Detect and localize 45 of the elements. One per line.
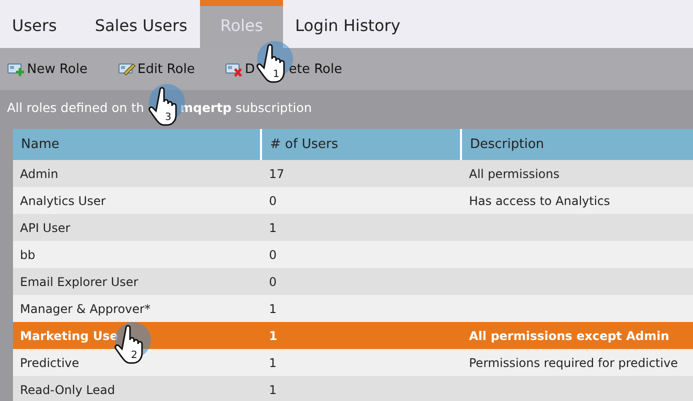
table-row[interactable]: bb 0: [13, 241, 693, 268]
table-cell: 1: [269, 382, 277, 396]
table-cell: 1: [269, 302, 277, 316]
table-cell: bb: [20, 248, 36, 262]
delete-role-icon: [224, 61, 243, 77]
tab[interactable]: Sales Users: [82, 0, 200, 48]
step-number: 3: [164, 112, 172, 123]
table-cell: API User: [20, 220, 70, 234]
subscription-caption: mqertp subscription: [180, 100, 312, 115]
toolbar-button[interactable]: New Role: [27, 62, 88, 76]
table-cell: 17: [269, 166, 284, 180]
table-cell: Read-Only Lead: [20, 382, 115, 396]
tab[interactable]: Users: [0, 0, 83, 48]
table-cell: Analytics User: [20, 194, 106, 208]
table-cell: All permissions: [469, 166, 560, 180]
table-cell: All permissions except Admin: [469, 328, 670, 342]
table-cell: 1: [269, 356, 277, 370]
table-row[interactable]: Email Explorer User 0: [13, 268, 693, 295]
table-cell: Permissions required for predictive: [469, 356, 678, 370]
table-cell: 1: [269, 328, 278, 342]
table-cell: Predictive: [20, 356, 80, 370]
table-cell: Marketing Use: [20, 328, 118, 342]
table-cell: Manager & Approver*: [20, 302, 150, 316]
step-number: 1: [272, 69, 280, 80]
table-row[interactable]: Admin 17 All permissions: [13, 160, 693, 187]
toolbar-button[interactable]: Edit Role: [138, 62, 195, 76]
edit-role-icon: [118, 61, 136, 77]
subscription-caption: All roles defined on th: [7, 100, 144, 115]
new-role-icon: [7, 61, 25, 77]
table-cell: 0: [269, 274, 277, 288]
table-cell: Admin: [20, 166, 58, 180]
table-cell: 0: [269, 194, 277, 208]
toolbar-button-label[interactable]: D: [244, 62, 255, 76]
table-row[interactable]: Manager & Approver* 1: [13, 295, 693, 322]
toolbar-button-label[interactable]: ete Role: [288, 62, 342, 76]
tab[interactable]: Login History: [283, 0, 414, 48]
table-row[interactable]: Analytics User 0 Has access to Analytics: [13, 187, 693, 214]
table-row[interactable]: Read-Only Lead 1: [13, 376, 693, 401]
table-cell: 1: [269, 220, 277, 234]
column-header[interactable]: Description: [462, 129, 693, 160]
table-cell: Has access to Analytics: [469, 194, 610, 208]
table-cell: Email Explorer User: [20, 274, 138, 288]
table-cell: 0: [269, 248, 277, 262]
table-row[interactable]: API User 1: [13, 214, 693, 241]
step-number: 2: [130, 350, 138, 361]
